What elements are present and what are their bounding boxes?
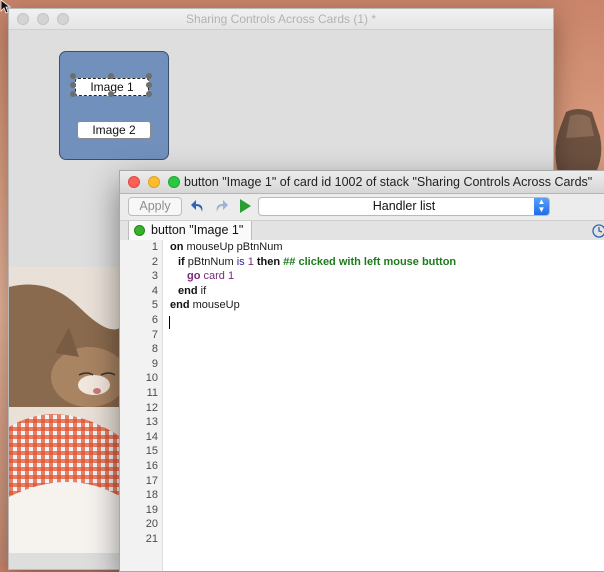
editor-toolbar: Apply Handler list ▲ ▼	[120, 194, 604, 220]
number: 1	[227, 270, 235, 282]
selection-handle[interactable]	[146, 73, 152, 79]
line-number: 13	[145, 416, 158, 428]
zoom-editor-button[interactable]	[168, 176, 180, 188]
play-icon[interactable]	[237, 198, 253, 214]
keyword: on	[170, 241, 184, 253]
image-2-button[interactable]: Image 2	[77, 121, 151, 139]
line-number: 11	[146, 387, 158, 399]
code-line-1: on mouseUp pBtnNum	[170, 241, 283, 253]
minimize-editor-button[interactable]	[148, 176, 160, 188]
editor-title: button "Image 1" of card id 1002 of stac…	[184, 175, 593, 189]
line-number: 10	[145, 372, 158, 384]
script-tabbar: button "Image 1"	[120, 220, 604, 242]
close-editor-button[interactable]	[128, 176, 140, 188]
selection-handle[interactable]	[108, 91, 114, 97]
number: 1	[244, 256, 257, 268]
line-number: 19	[145, 504, 158, 516]
line-number: 14	[145, 431, 158, 443]
handler-list-select[interactable]: Handler list ▲ ▼	[258, 197, 550, 216]
keyword: if	[178, 256, 185, 268]
button-group[interactable]: Image 1 Image 2	[59, 51, 169, 160]
selection-handle[interactable]	[146, 82, 152, 88]
line-number: 4	[151, 285, 158, 297]
line-number: 7	[151, 329, 158, 341]
script-editor-window: button "Image 1" of card id 1002 of stac…	[119, 170, 604, 572]
status-dot-icon	[134, 225, 145, 236]
line-number: 5	[151, 299, 158, 311]
code-text: mouseUp pBtnNum	[183, 241, 283, 253]
selection-handle[interactable]	[70, 82, 76, 88]
stack-titlebar[interactable]: Sharing Controls Across Cards (1) *	[9, 9, 553, 30]
text-caret	[169, 316, 170, 329]
line-number-gutter: 1 2 3 4 5 6 7 8 9 10 11 12 13 14 15 16 1…	[120, 240, 163, 571]
keyword: end	[178, 285, 198, 297]
line-number: 9	[151, 358, 158, 370]
select-arrows-icon: ▲ ▼	[534, 198, 549, 215]
selection-handle[interactable]	[146, 91, 152, 97]
line-number: 6	[151, 314, 158, 326]
selection-handle[interactable]	[70, 73, 76, 79]
redo-icon[interactable]	[213, 198, 229, 214]
stack-window-title: Sharing Controls Across Cards (1) *	[185, 12, 377, 26]
code-text: card	[200, 270, 228, 282]
keyword: go	[187, 270, 201, 282]
line-number: 8	[151, 343, 158, 355]
line-number: 3	[151, 270, 158, 282]
kitten-photo	[9, 267, 121, 553]
line-number: 1	[151, 241, 158, 253]
selection-handle[interactable]	[108, 73, 114, 79]
handler-list-label: Handler list	[372, 199, 436, 213]
line-number: 2	[151, 256, 158, 268]
code-line-4: end if	[178, 285, 206, 297]
apply-button[interactable]: Apply	[128, 197, 182, 216]
line-number: 12	[145, 402, 158, 414]
tab-label: button "Image 1"	[151, 223, 244, 237]
code-line-2: if pBtnNum is 1 then ## clicked with lef…	[178, 256, 456, 268]
undo-icon[interactable]	[190, 198, 206, 214]
operator: is	[236, 256, 245, 268]
selection-handle[interactable]	[70, 91, 76, 97]
code-text: pBtnNum	[184, 256, 237, 268]
line-number: 21	[145, 533, 158, 545]
keyword: end	[170, 299, 190, 311]
line-number: 17	[145, 475, 158, 487]
code-line-3: go card 1	[187, 270, 234, 282]
line-number: 18	[145, 489, 158, 501]
desktop-wallpaper-rock	[555, 109, 602, 172]
code-text: mouseUp	[189, 299, 240, 311]
code-line-5: end mouseUp	[170, 299, 240, 311]
editor-titlebar[interactable]: button "Image 1" of card id 1002 of stac…	[120, 171, 604, 194]
tab-image-1[interactable]: button "Image 1"	[128, 221, 253, 240]
keyword: then	[256, 256, 281, 268]
code-text: if	[197, 285, 207, 297]
line-number: 20	[145, 518, 158, 530]
code-editor[interactable]: 1 2 3 4 5 6 7 8 9 10 11 12 13 14 15 16 1…	[120, 240, 604, 571]
comment: ## clicked with left mouse button	[280, 256, 457, 268]
line-number: 16	[145, 460, 158, 472]
line-number: 15	[145, 445, 158, 457]
clock-icon[interactable]	[592, 224, 604, 238]
